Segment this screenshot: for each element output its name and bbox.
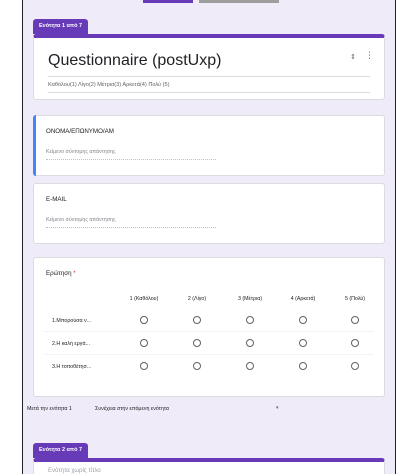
after-section-label: Μετά την ενότητα 1: [27, 406, 72, 412]
section-2-title[interactable]: Ενότητα χωρίς τίτλο: [48, 468, 101, 474]
question-title[interactable]: Ερώτηση *: [46, 270, 76, 277]
more-vert-icon[interactable]: ⋮: [365, 51, 374, 60]
collapse-icon[interactable]: ⇕: [350, 53, 356, 61]
active-tab-indicator: [143, 0, 193, 3]
form-description[interactable]: Καθόλου(1) Λίγο(2) Μέτρια(3) Αρκετά(4) Π…: [48, 82, 169, 88]
radio-button[interactable]: [299, 362, 307, 370]
radio-button[interactable]: [299, 339, 307, 347]
radio-button[interactable]: [140, 339, 148, 347]
short-answer-line: [46, 227, 216, 228]
row-divider: [44, 331, 374, 332]
short-answer-placeholder: Κείμενο σύντομης απάντησης: [46, 149, 116, 155]
radio-button[interactable]: [246, 339, 254, 347]
selected-question-indicator: [33, 115, 36, 176]
radio-button[interactable]: [351, 362, 359, 370]
column-header: 2 (Λίγο): [187, 296, 207, 302]
after-section-dropdown[interactable]: Συνέχεια στην επόμενη ενότητα: [95, 406, 169, 412]
radio-button[interactable]: [299, 316, 307, 324]
row-label: 2.Η καλή εργά...: [52, 341, 90, 347]
radio-button[interactable]: [246, 362, 254, 370]
section-tab-1: Ενότητα 1 από 7: [33, 19, 89, 34]
radio-button[interactable]: [351, 339, 359, 347]
column-header: 1 (Καθόλου): [129, 296, 159, 302]
column-header: 4 (Αρκετά): [290, 296, 316, 302]
required-mark: *: [73, 270, 76, 277]
form-editor: Ενότητα 1 από 7 Questionnaire (postUxp) …: [22, 0, 396, 474]
form-header-card[interactable]: Questionnaire (postUxp) ⇕ ⋮ Καθόλου(1) Λ…: [33, 34, 385, 100]
short-answer-line: [46, 159, 216, 160]
radio-button[interactable]: [193, 362, 201, 370]
row-divider: [44, 354, 374, 355]
question-title[interactable]: E-MAIL: [46, 196, 67, 203]
question-title-text: Ερώτηση: [46, 270, 72, 277]
form-title[interactable]: Questionnaire (postUxp): [48, 52, 221, 70]
radio-button[interactable]: [140, 316, 148, 324]
tab-indicator: [199, 0, 279, 3]
short-answer-placeholder: Κείμενο σύντομης απάντησης: [46, 217, 116, 223]
column-header: 5 (Πολύ): [344, 296, 366, 302]
radio-button[interactable]: [351, 316, 359, 324]
row-label: 3.Η τοποθέτησ...: [52, 364, 92, 370]
radio-button[interactable]: [193, 339, 201, 347]
radio-button[interactable]: [193, 316, 201, 324]
description-underline: [48, 92, 370, 93]
column-header: 3 (Μέτρια): [237, 296, 263, 302]
section-2-header-card[interactable]: Ενότητα χωρίς τίτλο: [33, 458, 385, 474]
question-card-email[interactable]: E-MAIL Κείμενο σύντομης απάντησης: [33, 183, 385, 244]
question-title[interactable]: ΟΝΟΜΑ/ΕΠΩΝΥΜΟ/ΑΜ: [46, 128, 114, 135]
question-card-name[interactable]: ΟΝΟΜΑ/ΕΠΩΝΥΜΟ/ΑΜ Κείμενο σύντομης απάντη…: [33, 115, 385, 176]
radio-button[interactable]: [246, 316, 254, 324]
title-underline: [48, 76, 370, 77]
question-card-grid[interactable]: Ερώτηση * 1 (Καθόλου) 2 (Λίγο) 3 (Μέτρια…: [33, 257, 385, 397]
caret-down-icon[interactable]: ▾: [276, 405, 279, 411]
section-tab-2: Ενότητα 2 από 7: [33, 443, 89, 458]
radio-button[interactable]: [140, 362, 148, 370]
row-label: 1.Μπορούσα ν...: [52, 318, 92, 324]
